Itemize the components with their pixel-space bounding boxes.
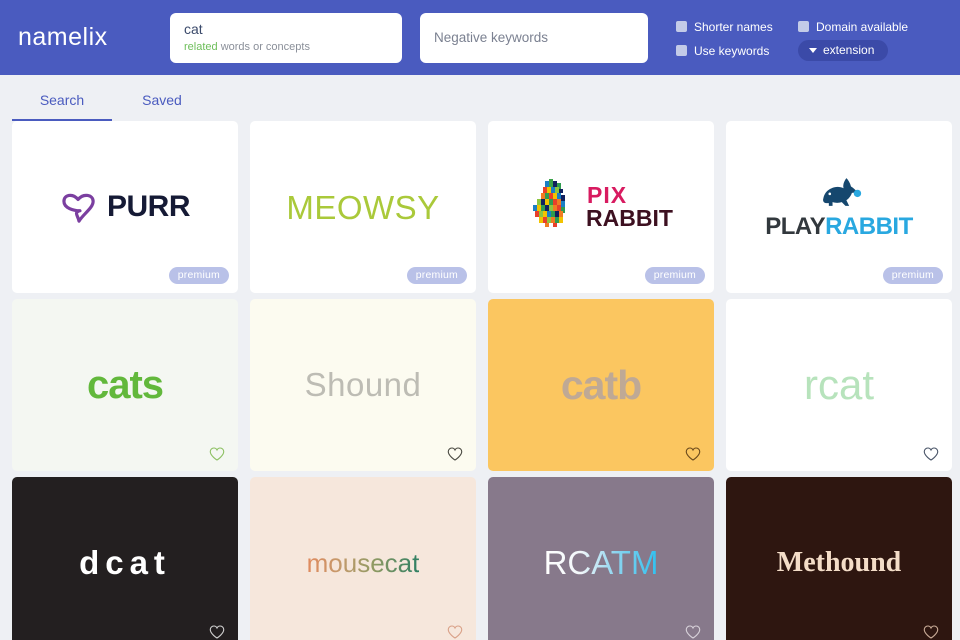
logo-text-secondary: RABBIT bbox=[825, 213, 913, 240]
result-card[interactable]: Shound bbox=[250, 299, 476, 471]
keyword-hint-highlight: related bbox=[184, 40, 218, 53]
pixel-rabbit-icon bbox=[533, 179, 566, 227]
option-use-keywords[interactable]: Use keywords bbox=[676, 44, 788, 58]
checkbox-icon[interactable] bbox=[798, 21, 809, 32]
favorite-heart-icon[interactable] bbox=[209, 446, 225, 462]
brand-logo[interactable]: namelix bbox=[18, 23, 170, 52]
premium-badge: premium bbox=[644, 267, 705, 284]
logo-text: cats bbox=[86, 362, 164, 407]
result-card[interactable]: cats bbox=[12, 299, 238, 471]
logo-text: PURR bbox=[106, 190, 191, 223]
favorite-heart-icon[interactable] bbox=[209, 624, 225, 640]
logo-text: Methound bbox=[776, 547, 902, 578]
option-domain-available-label: Domain available bbox=[816, 19, 909, 34]
favorite-heart-icon[interactable] bbox=[685, 624, 701, 640]
favorite-heart-icon[interactable] bbox=[685, 446, 701, 462]
negative-keywords-input[interactable]: Negative keywords bbox=[420, 12, 648, 63]
logo-text: rcat bbox=[803, 361, 874, 408]
checkbox-icon[interactable] bbox=[676, 45, 687, 56]
tab-bar: Search Saved bbox=[0, 75, 960, 121]
logo-text: MEOWSY bbox=[286, 188, 440, 226]
rabbit-silhouette-icon bbox=[823, 178, 862, 206]
favorite-heart-icon[interactable] bbox=[923, 446, 939, 462]
result-card[interactable]: catb bbox=[488, 299, 714, 471]
logo-text-stack: PIX RABBIT bbox=[586, 184, 673, 230]
negative-keywords-placeholder: Negative keywords bbox=[434, 30, 549, 45]
logo-text-primary: PIX bbox=[587, 182, 628, 208]
result-card[interactable]: mousecat bbox=[250, 477, 476, 640]
result-card[interactable]: MEOWSY premium bbox=[250, 121, 476, 293]
extension-dropdown-label: extension bbox=[823, 43, 875, 57]
logo-text: Shound bbox=[304, 366, 422, 403]
favorite-heart-icon[interactable] bbox=[447, 446, 463, 462]
checkbox-icon[interactable] bbox=[676, 21, 687, 32]
logo-purr: PURR bbox=[60, 190, 191, 223]
logo-text: mousecat bbox=[306, 547, 420, 578]
tab-search[interactable]: Search bbox=[12, 92, 112, 121]
logo-text: dcat bbox=[79, 544, 171, 581]
favorite-heart-icon[interactable] bbox=[923, 624, 939, 640]
results-grid: PURR premium MEOWSY premium PIX RABBIT p… bbox=[0, 121, 960, 640]
result-card[interactable]: Methound bbox=[726, 477, 952, 640]
keyword-hint-rest: words or concepts bbox=[217, 40, 310, 53]
option-use-keywords-label: Use keywords bbox=[694, 43, 770, 58]
result-card[interactable]: PLAYRABBIT premium bbox=[726, 121, 952, 293]
option-shorter-names-label: Shorter names bbox=[694, 19, 773, 34]
favorite-heart-icon[interactable] bbox=[447, 624, 463, 640]
result-card[interactable]: PIX RABBIT premium bbox=[488, 121, 714, 293]
logo-meowsy: MEOWSY bbox=[286, 191, 439, 224]
option-domain-available[interactable]: Domain available bbox=[798, 20, 908, 34]
keyword-input-hint: related words or concepts bbox=[184, 40, 388, 55]
logo-playrabbit: PLAYRABBIT bbox=[765, 175, 913, 240]
premium-badge: premium bbox=[168, 267, 229, 284]
tab-saved[interactable]: Saved bbox=[112, 92, 212, 121]
logo-text: RCATM bbox=[543, 544, 659, 581]
result-card[interactable]: PURR premium bbox=[12, 121, 238, 293]
result-card[interactable]: RCATM bbox=[488, 477, 714, 640]
result-card[interactable]: dcat bbox=[12, 477, 238, 640]
extension-dropdown[interactable]: extension bbox=[798, 40, 889, 61]
logo-text-secondary: RABBIT bbox=[586, 205, 673, 231]
logo-pix-rabbit: PIX RABBIT bbox=[529, 178, 673, 236]
logo-text-primary: PLAY bbox=[765, 213, 826, 240]
chevron-down-icon bbox=[809, 47, 817, 53]
app-header: namelix cat related words or concepts Ne… bbox=[0, 0, 960, 75]
result-card[interactable]: rcat bbox=[726, 299, 952, 471]
logo-text: catb bbox=[560, 361, 642, 408]
purr-heart-icon bbox=[62, 193, 95, 223]
premium-badge: premium bbox=[882, 267, 943, 284]
header-options: Shorter names Domain available Use keywo… bbox=[676, 14, 908, 62]
premium-badge: premium bbox=[406, 267, 467, 284]
keyword-input[interactable]: cat related words or concepts bbox=[170, 12, 402, 63]
option-shorter-names[interactable]: Shorter names bbox=[676, 20, 788, 34]
keyword-input-value: cat bbox=[184, 20, 203, 37]
logo-text-row: PLAYRABBIT bbox=[765, 213, 913, 240]
